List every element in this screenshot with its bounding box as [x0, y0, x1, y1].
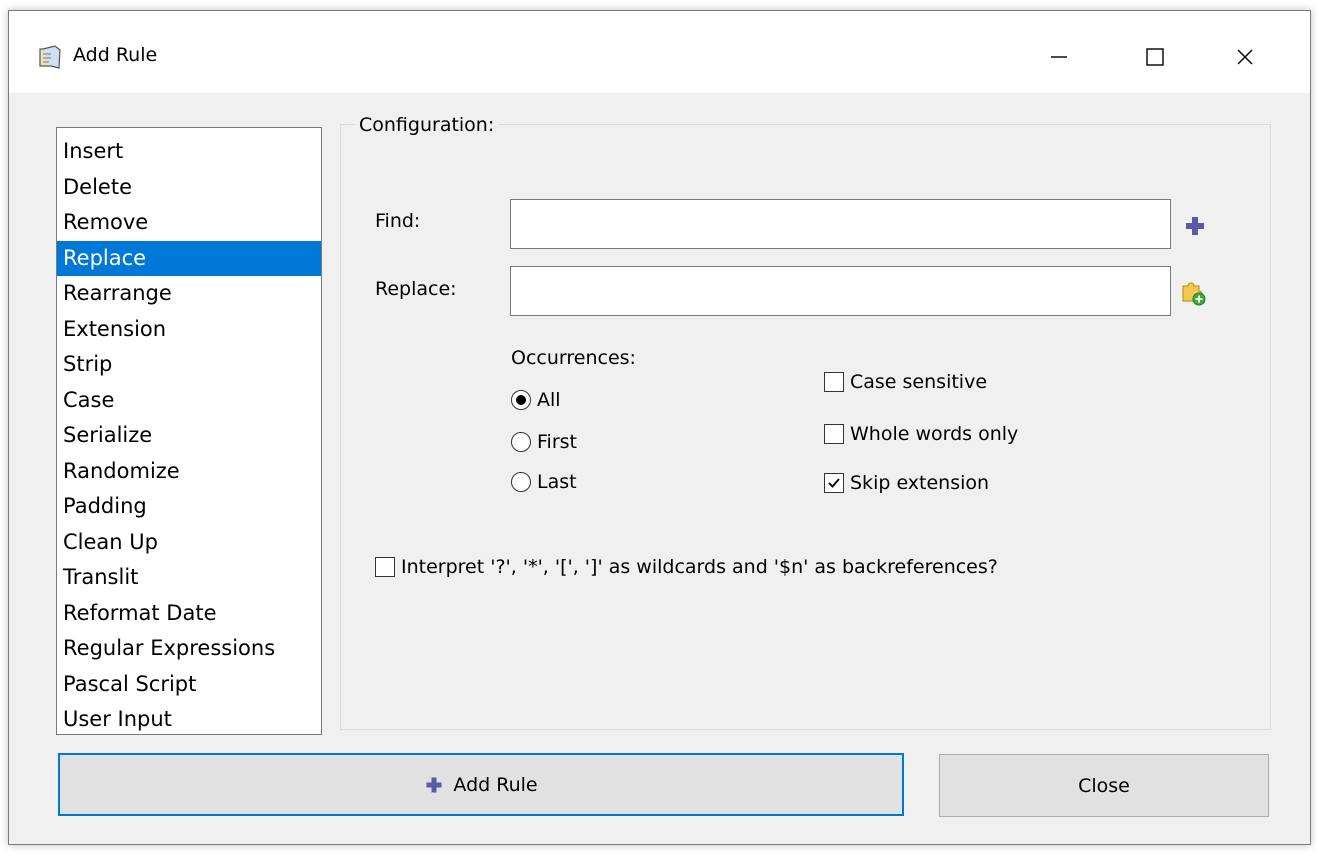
add-rule-label: Add Rule — [453, 773, 538, 796]
checkmark-icon — [828, 478, 840, 488]
rule-item-insert[interactable]: Insert — [57, 134, 321, 170]
radio-label: All — [537, 389, 561, 411]
app-icon — [39, 45, 61, 69]
rule-item-translit[interactable]: Translit — [57, 560, 321, 596]
radio-circle — [511, 390, 531, 410]
checkbox-label: Skip extension — [850, 472, 990, 494]
find-input[interactable] — [510, 199, 1171, 249]
rule-item-delete[interactable]: Delete — [57, 170, 321, 206]
configuration-legend: Configuration: — [355, 114, 499, 136]
rule-item-rearrange[interactable]: Rearrange — [57, 276, 321, 312]
rule-item-clean-up[interactable]: Clean Up — [57, 525, 321, 561]
checkbox-box — [824, 424, 844, 444]
radio-label: Last — [537, 471, 577, 493]
rule-item-randomize[interactable]: Randomize — [57, 454, 321, 490]
radio-first[interactable]: First — [511, 431, 577, 453]
checkbox-box — [824, 473, 844, 493]
radio-all[interactable]: All — [511, 389, 561, 411]
minimize-icon — [1051, 56, 1067, 58]
rule-item-pascal-script[interactable]: Pascal Script — [57, 667, 321, 703]
occurrences-label: Occurrences: — [511, 347, 636, 369]
add-rule-button[interactable]: Add Rule — [58, 753, 904, 816]
add-meta-tag-icon[interactable] — [1183, 214, 1207, 238]
replace-label: Replace: — [375, 278, 457, 300]
checkbox-label: Case sensitive — [850, 371, 988, 393]
rule-item-replace[interactable]: Replace — [57, 240, 321, 276]
rule-item-extension[interactable]: Extension — [57, 312, 321, 348]
window-title: Add Rule — [73, 44, 158, 66]
rule-item-strip[interactable]: Strip — [57, 347, 321, 383]
checkbox-box — [824, 372, 844, 392]
rule-item-serialize[interactable]: Serialize — [57, 418, 321, 454]
radio-circle — [511, 472, 531, 492]
rule-type-list[interactable]: Insert Delete Remove Replace Rearrange Extens… — [56, 127, 322, 735]
whole-words-only-checkbox[interactable]: Whole words only — [824, 423, 1018, 445]
close-label: Close — [1078, 774, 1130, 797]
checkbox-label: Whole words only — [850, 423, 1019, 445]
title-bar: Add Rule — [9, 11, 1310, 93]
rule-item-user-input[interactable]: User Input — [57, 702, 321, 738]
maximize-button[interactable] — [1125, 35, 1185, 79]
insert-meta-tag-icon[interactable] — [1177, 277, 1207, 307]
radio-selected-dot — [516, 395, 526, 405]
rule-item-case[interactable]: Case — [57, 383, 321, 419]
maximize-icon — [1146, 48, 1164, 66]
replace-input[interactable] — [510, 266, 1171, 316]
find-label: Find: — [375, 210, 421, 232]
radio-last[interactable]: Last — [511, 471, 577, 493]
plus-icon — [426, 777, 442, 792]
minimize-button[interactable] — [1029, 35, 1089, 79]
wildcards-checkbox[interactable]: Interpret '?', '*', '[', ']' as wildcard… — [375, 556, 998, 578]
case-sensitive-checkbox[interactable]: Case sensitive — [824, 371, 987, 393]
rule-item-remove[interactable]: Remove — [57, 205, 321, 241]
close-button[interactable]: Close — [939, 754, 1269, 817]
close-icon — [1237, 49, 1253, 65]
rule-item-reformat-date[interactable]: Reformat Date — [57, 596, 321, 632]
rule-item-padding[interactable]: Padding — [57, 489, 321, 525]
radio-label: First — [537, 431, 577, 453]
close-window-button[interactable] — [1215, 35, 1275, 79]
radio-circle — [511, 432, 531, 452]
rule-item-regular-expressions[interactable]: Regular Expressions — [57, 631, 321, 667]
skip-extension-checkbox[interactable]: Skip extension — [824, 472, 989, 494]
checkbox-box — [375, 557, 395, 577]
add-rule-dialog: Add Rule Insert Delete Remove Replace Rearra… — [8, 10, 1311, 845]
wildcards-label: Interpret '?', '*', '[', ']' as wildcard… — [401, 556, 998, 578]
